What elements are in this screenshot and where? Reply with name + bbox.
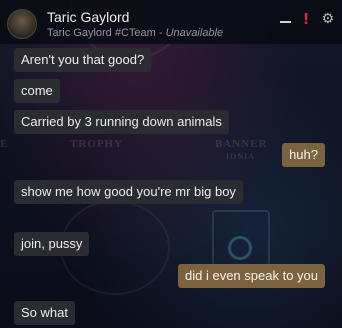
background-banner-label: BANNER: [215, 138, 268, 150]
contact-handle: Taric Gaylord #CTeam: [47, 27, 156, 39]
message-incoming: join, pussy: [14, 232, 90, 256]
avatar[interactable]: [7, 9, 37, 39]
background-trophy-label: TROPHY: [70, 138, 124, 150]
background-text-fragment: E: [0, 138, 9, 150]
message-incoming: Aren't you that good?: [14, 48, 152, 72]
message-incoming: So what: [14, 301, 75, 325]
message-incoming: Carried by 3 running down animals: [14, 110, 229, 134]
background-region-label: IONIA: [226, 152, 256, 161]
message-incoming: show me how good you're mr big boy: [14, 180, 243, 204]
message-incoming: come: [14, 79, 60, 103]
contact-name: Taric Gaylord: [47, 9, 130, 25]
message-outgoing: did i even speak to you: [178, 264, 325, 288]
subtitle-separator: -: [155, 27, 166, 39]
chat-header: Taric Gaylord Taric Gaylord #CTeam - Una…: [0, 0, 342, 44]
alert-icon[interactable]: !: [303, 10, 310, 28]
message-outgoing: huh?: [282, 143, 325, 167]
contact-status: Unavailable: [165, 27, 224, 39]
gear-icon[interactable]: ⚙: [321, 10, 334, 28]
minimize-icon[interactable]: [279, 21, 291, 23]
background-banner-emblem: [228, 236, 252, 260]
contact-subtitle: Taric Gaylord #CTeam - Unavailable: [47, 27, 223, 39]
header-controls: ! ⚙: [279, 10, 334, 28]
